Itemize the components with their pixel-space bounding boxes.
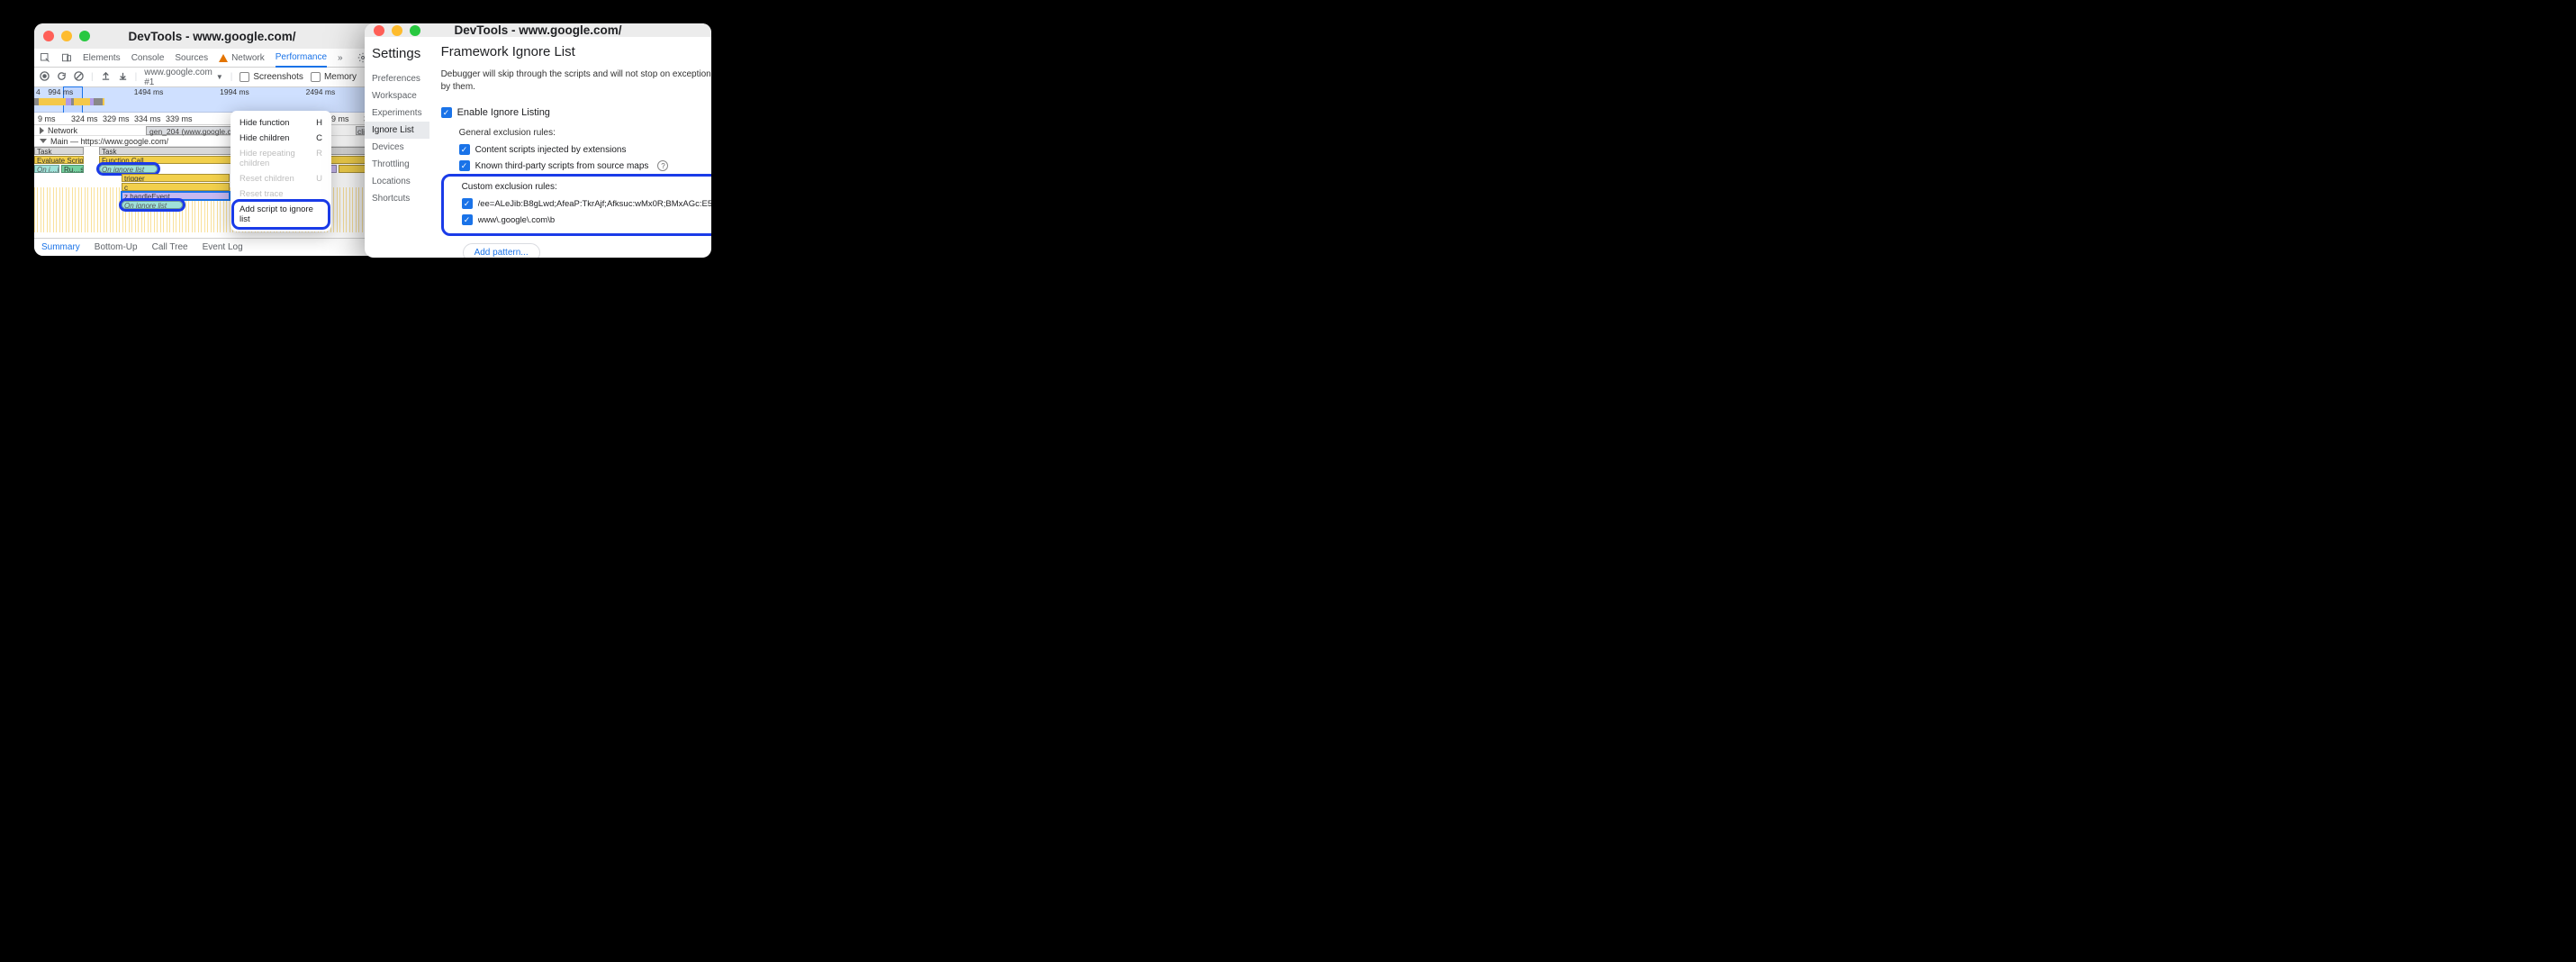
flame-evaluate-script[interactable]: Evaluate Script xyxy=(34,156,84,164)
upload-icon[interactable] xyxy=(101,71,111,84)
main-track-header[interactable]: Main — https://www.google.com/ xyxy=(34,136,390,147)
content-scripts-checkbox[interactable]: Content scripts injected by extensions xyxy=(459,141,711,158)
tab-summary[interactable]: Summary xyxy=(41,242,80,252)
tab-network[interactable]: Network xyxy=(219,53,265,63)
settings-sidebar: Settings Preferences Workspace Experimen… xyxy=(365,37,430,258)
enable-ignore-listing-checkbox[interactable]: Enable Ignore Listing xyxy=(441,104,711,121)
network-track-header[interactable]: Network gen_204 (www.google.com) client_ xyxy=(34,125,390,136)
device-icon[interactable] xyxy=(61,52,72,63)
panel-description: Debugger will skip through the scripts a… xyxy=(441,68,711,94)
tab-console[interactable]: Console xyxy=(131,53,165,63)
third-party-scripts-checkbox[interactable]: Known third-party scripts from source ma… xyxy=(459,158,711,174)
tab-elements[interactable]: Elements xyxy=(83,53,121,63)
custom-rule-2[interactable]: www\.google\.com\b xyxy=(462,212,711,228)
time-ruler[interactable]: 9 ms 324 ms 329 ms 334 ms 339 ms 359 ms … xyxy=(34,113,390,125)
sidebar-item-ignore-list[interactable]: Ignore List xyxy=(365,122,429,139)
flame-ignored-highlighted-2[interactable]: On ignore list xyxy=(122,201,183,209)
record-icon[interactable] xyxy=(40,71,50,84)
window-title: DevTools - www.google.com/ xyxy=(128,30,295,43)
menu-reset-children: Reset childrenU xyxy=(230,171,331,186)
help-icon[interactable]: ? xyxy=(657,160,668,171)
memory-checkbox[interactable]: Memory xyxy=(311,72,357,82)
menu-reset-trace: Reset trace xyxy=(230,186,331,202)
collapse-icon xyxy=(40,139,47,143)
sidebar-item-throttling[interactable]: Throttling xyxy=(365,156,429,173)
more-tabs-icon[interactable]: » xyxy=(338,53,343,63)
expand-icon xyxy=(40,127,44,134)
sidebar-item-devices[interactable]: Devices xyxy=(365,139,429,156)
tab-sources[interactable]: Sources xyxy=(175,53,208,63)
checkbox-checked-icon xyxy=(441,107,452,118)
flame-function-call[interactable]: Function Call xyxy=(99,156,236,164)
tab-bottom-up[interactable]: Bottom-Up xyxy=(95,242,138,252)
inspect-icon[interactable] xyxy=(40,52,50,63)
sidebar-item-workspace[interactable]: Workspace xyxy=(365,87,429,104)
details-tabstrip: Summary Bottom-Up Call Tree Event Log xyxy=(34,238,390,256)
tab-event-log[interactable]: Event Log xyxy=(203,242,243,252)
sidebar-item-locations[interactable]: Locations xyxy=(365,173,429,190)
checkbox-checked-icon xyxy=(459,144,470,155)
flame-ignored-highlighted[interactable]: On ignore list xyxy=(99,165,158,173)
sidebar-item-experiments[interactable]: Experiments xyxy=(365,104,429,122)
minimize-icon[interactable] xyxy=(61,31,72,41)
traffic-lights[interactable] xyxy=(374,25,420,36)
menu-hide-children[interactable]: Hide childrenC xyxy=(230,131,331,146)
add-pattern-button[interactable]: Add pattern... xyxy=(463,243,540,258)
flame-handle-event-selected[interactable]: z.handleEvent xyxy=(122,192,230,200)
flame-run[interactable]: Ru…s xyxy=(61,165,84,173)
flame-c[interactable]: c xyxy=(122,183,230,191)
zoom-icon[interactable] xyxy=(79,31,90,41)
context-menu: Hide functionH Hide childrenC Hide repea… xyxy=(230,111,331,231)
devtools-window-performance: DevTools - www.google.com/ Elements Cons… xyxy=(34,23,390,256)
close-icon[interactable] xyxy=(43,31,54,41)
flame-chart[interactable]: Task Task Evaluate Script Function Call … xyxy=(34,147,390,235)
overview-ticks: 4 ms 994 ms 1494 ms 1994 ms 2494 ms xyxy=(34,87,390,96)
panel-heading: Framework Ignore List xyxy=(441,44,711,59)
sidebar-item-preferences[interactable]: Preferences xyxy=(365,70,429,87)
settings-title: Settings xyxy=(365,42,429,70)
menu-hide-repeating: Hide repeating childrenR xyxy=(230,146,331,171)
settings-panel: ✕ Framework Ignore List Debugger will sk… xyxy=(430,37,711,258)
menu-hide-function[interactable]: Hide functionH xyxy=(230,115,331,131)
window-title: DevTools - www.google.com/ xyxy=(454,23,621,37)
window-titlebar[interactable]: DevTools - www.google.com/ xyxy=(34,23,390,49)
reload-icon[interactable] xyxy=(57,71,67,84)
traffic-lights[interactable] xyxy=(43,31,90,41)
minimize-icon[interactable] xyxy=(392,25,402,36)
sidebar-item-shortcuts[interactable]: Shortcuts xyxy=(365,190,429,207)
window-titlebar[interactable]: DevTools - www.google.com/ xyxy=(365,23,711,37)
panel-tabstrip: Elements Console Sources Network Perform… xyxy=(34,49,390,68)
tab-performance[interactable]: Performance xyxy=(276,49,327,68)
checkbox-checked-icon xyxy=(462,198,473,209)
download-icon[interactable] xyxy=(118,71,128,84)
flame-task[interactable]: Task xyxy=(34,147,84,155)
custom-rules-highlighted: Custom exclusion rules: /ee=ALeJib:B8gLw… xyxy=(441,174,711,236)
overview-minimap xyxy=(34,96,390,105)
close-icon[interactable] xyxy=(374,25,384,36)
warning-icon xyxy=(219,54,228,62)
timeline-overview[interactable]: 4 ms 994 ms 1494 ms 1994 ms 2494 ms CPU … xyxy=(34,87,390,113)
menu-add-ignore-list-highlighted[interactable]: Add script to ignore list xyxy=(234,202,328,227)
flame-ignored[interactable]: On i…list xyxy=(34,165,59,173)
tab-call-tree[interactable]: Call Tree xyxy=(152,242,188,252)
recording-selector[interactable]: www.google.com #1▼ xyxy=(144,68,223,87)
clear-icon[interactable] xyxy=(74,71,84,84)
checkbox-checked-icon xyxy=(462,214,473,225)
general-rules-label: General exclusion rules: xyxy=(459,128,711,138)
zoom-icon[interactable] xyxy=(410,25,420,36)
flame-trigger[interactable]: trigger xyxy=(122,174,230,182)
checkbox-checked-icon xyxy=(459,160,470,171)
devtools-window-settings: DevTools - www.google.com/ Settings Pref… xyxy=(365,23,711,258)
perf-toolbar: | | www.google.com #1▼ | Screenshots Mem… xyxy=(34,68,390,87)
flame-bar[interactable] xyxy=(339,165,366,173)
custom-rules-label: Custom exclusion rules: xyxy=(462,182,711,192)
custom-rule-1[interactable]: /ee=ALeJib:B8gLwd;AfeaP:TkrAjf;Afksuc:wM… xyxy=(462,195,711,212)
screenshots-checkbox[interactable]: Screenshots xyxy=(240,72,303,82)
